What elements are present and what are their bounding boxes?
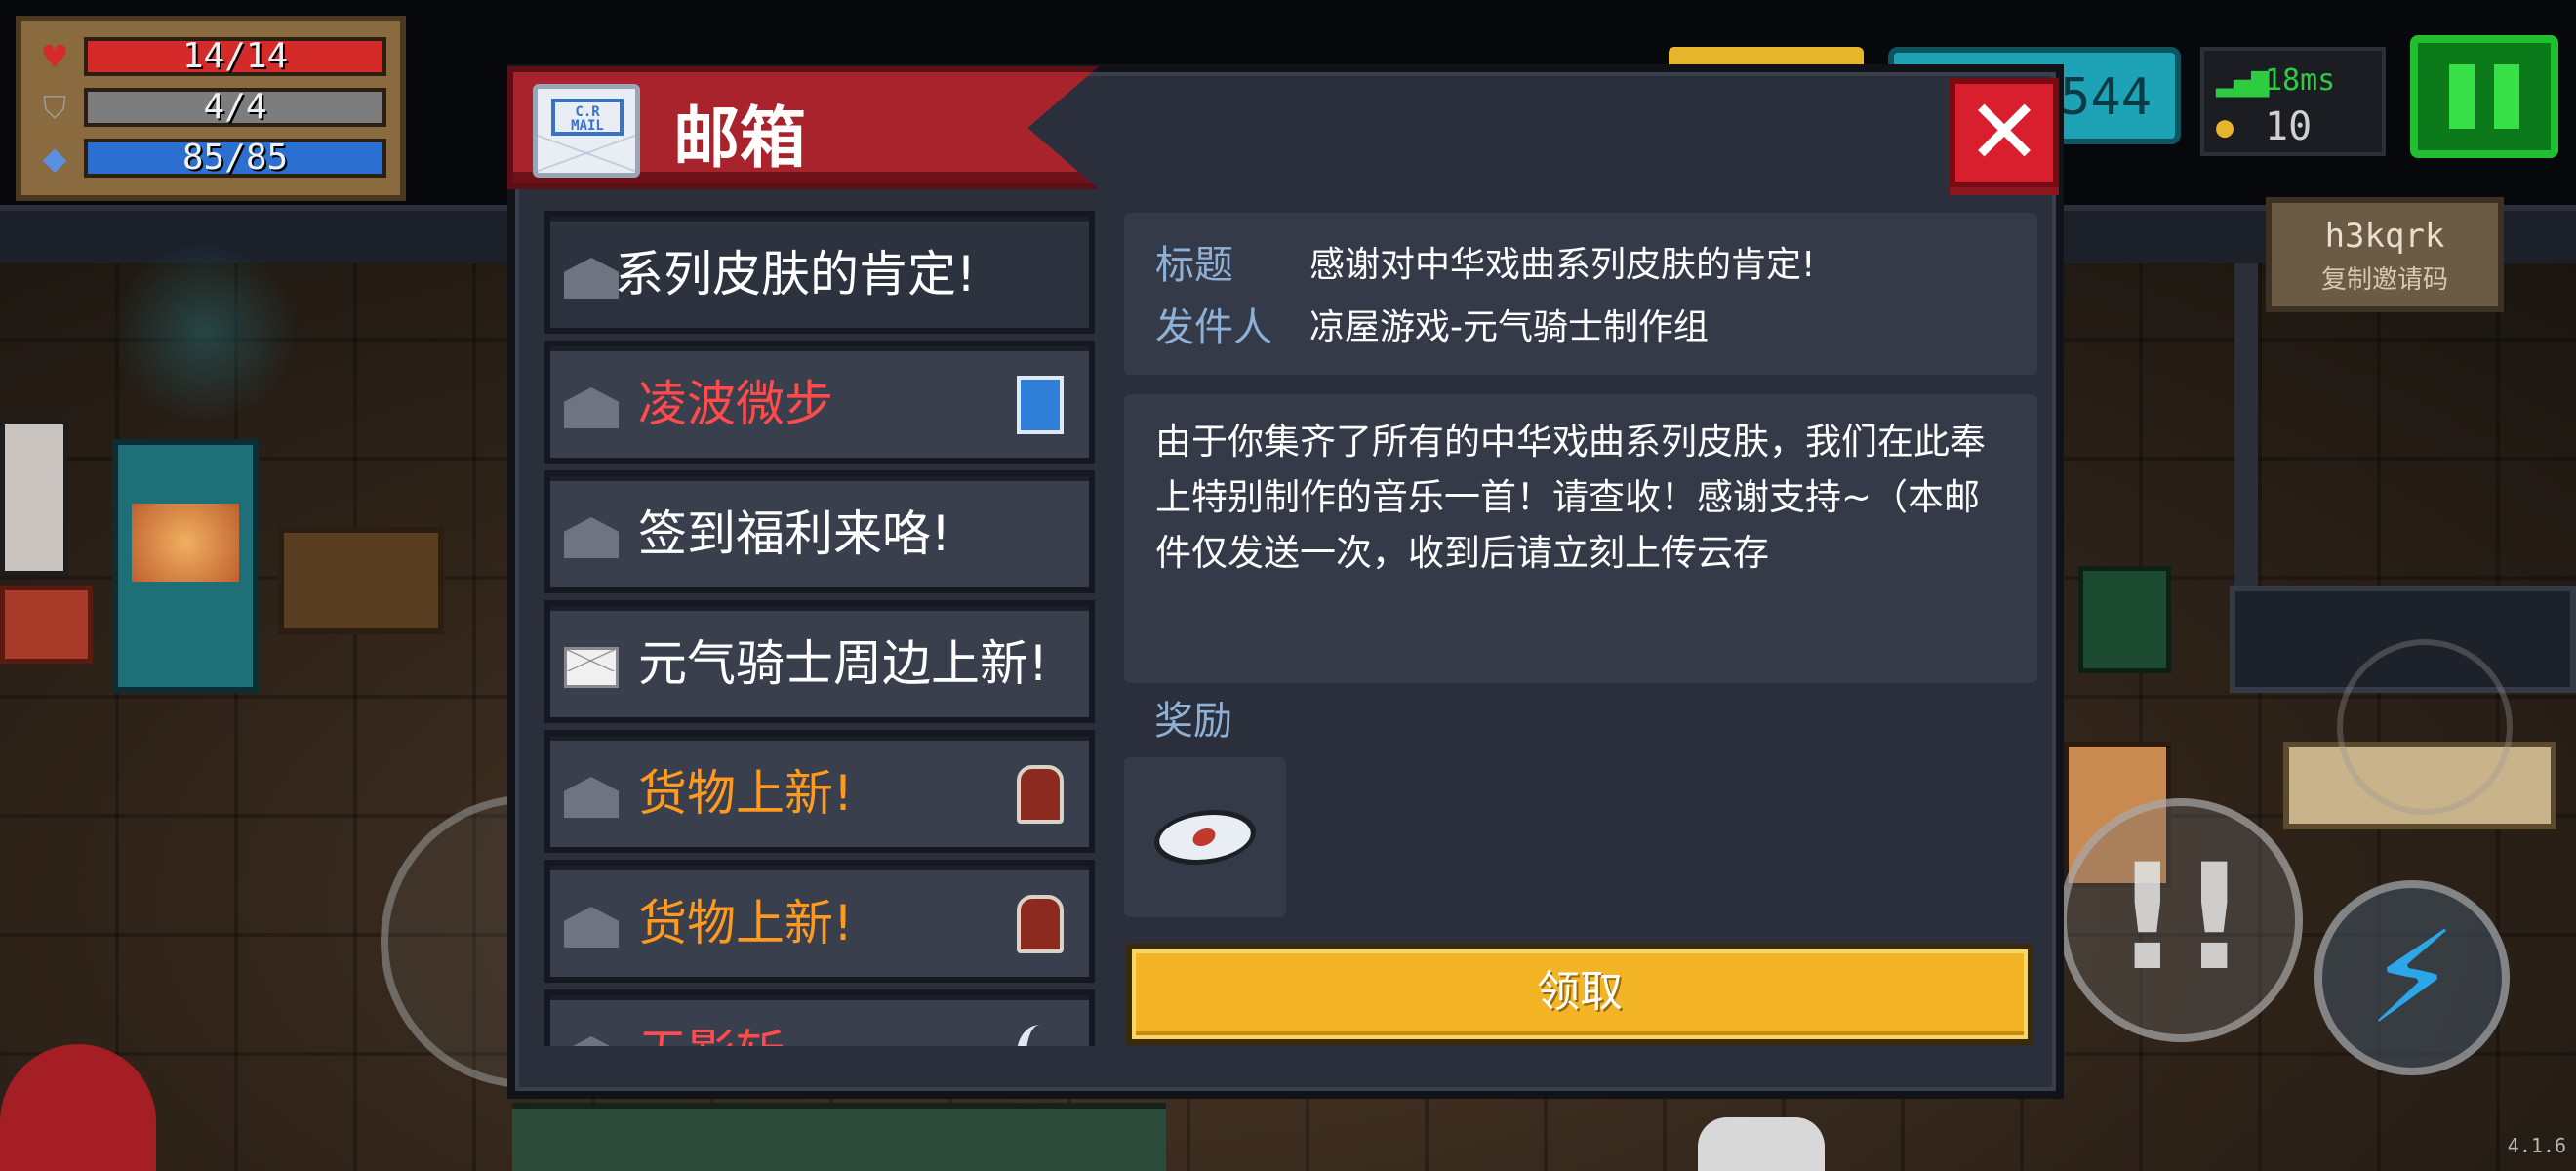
network-panel: ▂▄▆ 18ms ● 10 <box>2200 47 2386 156</box>
signal-icon: ▂▄▆ <box>2216 62 2270 98</box>
player-stats-panel: ♥ 14/14 ⛉ 4/4 ◆ 85/85 <box>16 16 406 201</box>
gem-count: 10 <box>2265 104 2313 149</box>
envelope-open-icon <box>564 387 619 428</box>
mail-item[interactable]: 系列皮肤的肯定! <box>544 211 1095 334</box>
mail-item[interactable]: 签到福利来咯! <box>544 470 1095 593</box>
mail-item-subject: 无影斩 <box>638 1023 785 1046</box>
mail-item-subject: 凌波微步 <box>638 376 833 432</box>
mailbox-icon: C.R MAIL <box>533 84 640 178</box>
subject-label: 标题 <box>1155 243 1233 288</box>
mail-item-subject: 货物上新! <box>638 895 854 951</box>
heart-icon: ♥ <box>40 38 69 75</box>
exclamation-icon: !! <box>2113 833 2248 1003</box>
invite-code: h3kqrk <box>2324 217 2445 256</box>
shield-icon: ⛉ <box>42 89 66 126</box>
npc-character <box>0 420 68 576</box>
pet-cat <box>1698 1117 1825 1171</box>
gacha-machine <box>112 439 259 693</box>
mail-list[interactable]: 系列皮肤的肯定! 凌波微步签到福利来咯! 元气骑士周边上新! 货物上新! 货物上新! 无影… <box>544 211 1095 1046</box>
mail-item[interactable]: 无影斩 <box>544 989 1095 1046</box>
energy-row: ◆ 85/85 <box>35 135 386 182</box>
hp-text: 14/14 <box>181 36 289 76</box>
envelope-open-icon <box>564 777 619 818</box>
mail-item[interactable]: 货物上新! <box>544 730 1095 853</box>
pause-icon <box>2449 64 2475 129</box>
subject-value: 感谢对中华戏曲系列皮肤的肯定! <box>1309 245 1816 285</box>
weapon-swap-button[interactable] <box>2337 639 2513 815</box>
mail-item[interactable]: 元气骑士周边上新! <box>544 600 1095 723</box>
mailbox-header: C.R MAIL 邮箱 <box>507 66 1099 189</box>
reward-slot[interactable] <box>1124 757 1286 917</box>
mail-item[interactable]: 凌波微步 <box>544 341 1095 464</box>
armor-text: 4/4 <box>203 87 267 127</box>
hp-bar: 14/14 <box>84 37 386 76</box>
mail-item-subject: 系列皮肤的肯定! <box>615 246 977 303</box>
floor-carpet <box>512 1103 1166 1171</box>
sender-value: 凉屋游戏-元气骑士制作组 <box>1309 307 1709 347</box>
armor-row: ⛉ 4/4 <box>35 84 386 131</box>
envelope-closed-icon <box>564 647 619 688</box>
close-button[interactable]: ✕ <box>1950 78 2059 187</box>
hero-icon <box>1017 895 1064 953</box>
sender-label: 发件人 <box>1155 305 1272 350</box>
invite-label: 复制邀请码 <box>2320 265 2448 295</box>
wooden-table <box>278 527 444 634</box>
mailbox-dialog: C.R MAIL 邮箱 ✕ 系列皮肤的肯定! 凌波微步签到福利来咯! 元气骑士周边上… <box>507 64 2064 1099</box>
envelope-open-icon <box>564 258 619 299</box>
claim-button[interactable]: 领取 <box>1126 944 2033 1045</box>
hero-icon <box>1017 765 1064 824</box>
energy-bar: 85/85 <box>84 139 386 178</box>
hp-row: ♥ 14/14 <box>35 33 386 80</box>
version-label: 4.1.6 <box>2507 1134 2566 1157</box>
red-table <box>0 586 93 664</box>
energy-text: 85/85 <box>181 138 289 178</box>
envelope-open-icon <box>564 1036 619 1046</box>
mail-detail-header: 标题 感谢对中华戏曲系列皮肤的肯定! 发件人 凉屋游戏-元气骑士制作组 <box>1124 213 2037 375</box>
gem-icon: ● <box>2216 109 2234 144</box>
envelope-open-icon <box>564 517 619 558</box>
skill-button[interactable]: !! <box>2059 798 2303 1042</box>
mailbox-title: 邮箱 <box>673 101 807 178</box>
portal-glow <box>107 244 302 420</box>
mail-item-subject: 元气骑士周边上新! <box>638 635 1049 692</box>
mail-item[interactable]: 货物上新! <box>544 860 1095 983</box>
mail-item-subject: 货物上新! <box>638 765 854 822</box>
lightning-icon: ⚡ <box>2367 904 2457 1052</box>
wall-pillar <box>2234 263 2258 615</box>
close-icon: ✕ <box>1966 80 2042 184</box>
moon-icon <box>1017 1025 1064 1046</box>
mail-body-text[interactable]: 由于你集齐了所有的中华戏曲系列皮肤，我们在此奉上特别制作的音乐一首！请查收！感谢… <box>1124 394 2037 683</box>
copy-invite-code-button[interactable]: h3kqrk 复制邀请码 <box>2266 197 2504 312</box>
energy-diamond-icon: ◆ <box>42 140 67 177</box>
ping-text: 18ms <box>2265 62 2336 98</box>
attack-button[interactable]: ⚡ <box>2314 880 2510 1075</box>
armor-bar: 4/4 <box>84 88 386 127</box>
reward-label: 奖励 <box>1154 699 1232 744</box>
pause-button[interactable] <box>2410 35 2558 158</box>
mail-item-subject: 签到福利来咯! <box>638 505 951 562</box>
music-disc-icon <box>1145 810 1266 865</box>
coin-count: 544 <box>2060 68 2152 127</box>
green-chest <box>2078 566 2171 673</box>
book-icon <box>1017 376 1064 434</box>
envelope-open-icon <box>564 907 619 948</box>
